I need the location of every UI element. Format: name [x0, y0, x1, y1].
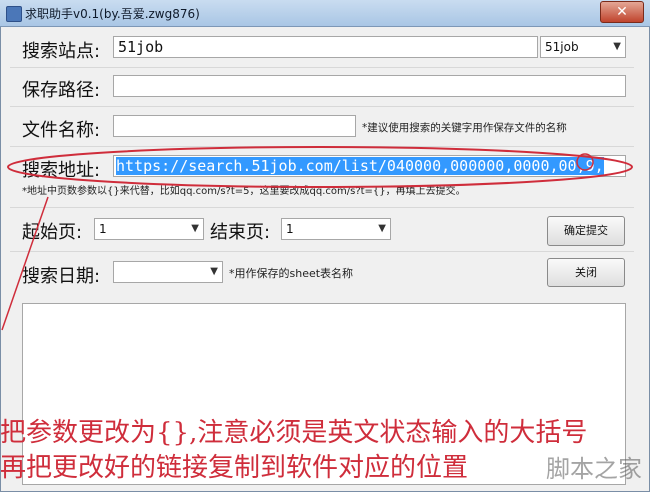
end-page-value: 1 [286, 222, 294, 236]
watermark: 脚本之家 [546, 455, 642, 483]
search-date-hint: *用作保存的sheet表名称 [229, 267, 354, 280]
divider [10, 67, 634, 68]
start-page-select[interactable]: 1 ▼ [94, 218, 204, 240]
save-path-label: 保存路径: [22, 80, 101, 101]
filename-hint: *建议使用搜索的关键字用作保存文件的名称 [362, 122, 567, 134]
annotation-text-2: 再把更改好的链接复制到软件对应的位置 [0, 453, 469, 483]
divider [10, 251, 634, 252]
filename-input[interactable] [113, 115, 356, 137]
chevron-down-icon: ▼ [210, 266, 218, 277]
chevron-down-icon: ▼ [378, 223, 386, 234]
chevron-down-icon: ▼ [191, 223, 199, 234]
close-button[interactable]: 关闭 [547, 258, 625, 287]
title-bar: 求职助手v0.1(by.吾爱.zwg876) ✕ [0, 0, 650, 27]
filename-label: 文件名称: [22, 120, 101, 141]
divider [10, 106, 634, 107]
app-window: 求职助手v0.1(by.吾爱.zwg876) ✕ 搜索站点: 51job 51j… [0, 0, 650, 492]
start-page-value: 1 [99, 222, 107, 236]
end-page-select[interactable]: 1 ▼ [281, 218, 391, 240]
annotation-text-1: 把参数更改为{},注意必须是英文状态输入的大括号 [0, 418, 588, 448]
annotation-arrow [1, 196, 49, 331]
chevron-down-icon: ▼ [613, 41, 621, 52]
search-date-select[interactable]: ▼ [113, 261, 223, 283]
site-select-value: 51job [545, 40, 579, 54]
window-title: 求职助手v0.1(by.吾爱.zwg876) [25, 7, 200, 21]
divider [10, 207, 634, 208]
annotation-ellipse [7, 146, 633, 188]
site-input[interactable]: 51job [113, 36, 538, 58]
confirm-button[interactable]: 确定提交 [547, 216, 625, 246]
site-label: 搜索站点: [22, 41, 101, 62]
end-page-label: 结束页: [210, 222, 271, 243]
save-path-input[interactable] [113, 75, 626, 97]
site-select[interactable]: 51job ▼ [540, 36, 626, 58]
app-icon [6, 6, 22, 22]
window-close-button[interactable]: ✕ [600, 1, 644, 23]
